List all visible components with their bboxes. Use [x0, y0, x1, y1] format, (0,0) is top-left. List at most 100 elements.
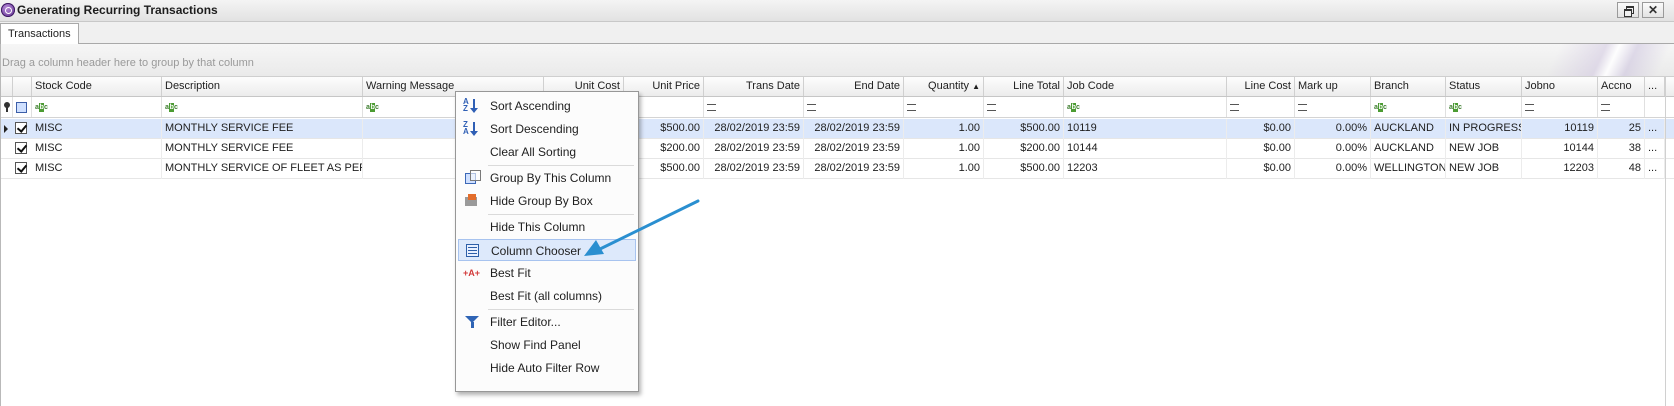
column-header-accno[interactable]: Accno	[1598, 77, 1645, 96]
column-header-end-date[interactable]: End Date	[804, 77, 904, 96]
cell-job-code[interactable]: 12203	[1064, 159, 1227, 179]
cell-description[interactable]: MONTHLY SERVICE FEE	[162, 139, 363, 159]
menu-item-sort-ascending[interactable]: AZ Sort Ascending	[458, 95, 636, 117]
filter-check-cell[interactable]	[13, 97, 32, 117]
window-titlebar: Generating Recurring Transactions ✕	[0, 0, 1674, 22]
cell-line-cost[interactable]: $0.00	[1227, 139, 1295, 159]
cell-line-total[interactable]: $500.00	[984, 119, 1064, 139]
filter-branch[interactable]: b	[1371, 97, 1446, 117]
table-row[interactable]: MISC MONTHLY SERVICE FEE $200.00 28/02/2…	[1, 139, 1674, 159]
cell-trans-date[interactable]: 28/02/2019 23:59	[704, 139, 804, 159]
cell-branch[interactable]: WELLINGTON	[1371, 159, 1446, 179]
cell-branch[interactable]: AUCKLAND	[1371, 119, 1446, 139]
close-button[interactable]: ✕	[1642, 2, 1664, 18]
cell-trans-date[interactable]: 28/02/2019 23:59	[704, 119, 804, 139]
filter-description[interactable]: b	[162, 97, 363, 117]
cell-description[interactable]: MONTHLY SERVICE OF FLEET AS PER...	[162, 159, 363, 179]
menu-item-label: Show Find Panel	[490, 338, 581, 352]
cell-quantity[interactable]: 1.00	[904, 119, 984, 139]
cell-line-total[interactable]: $200.00	[984, 139, 1064, 159]
restore-icon	[1624, 6, 1634, 17]
filter-quantity[interactable]	[904, 97, 984, 117]
column-header-job-code[interactable]: Job Code	[1064, 77, 1227, 96]
column-header-description[interactable]: Description	[162, 77, 363, 96]
row-checkbox[interactable]	[15, 122, 27, 134]
cell-jobno[interactable]: 12203	[1522, 159, 1598, 179]
menu-item-group-by-this-column[interactable]: Group By This Column	[458, 167, 636, 189]
menu-item-clear-all-sorting[interactable]: Clear All Sorting	[458, 141, 636, 163]
filter-status[interactable]: b	[1446, 97, 1522, 117]
cell-job-code[interactable]: 10119	[1064, 119, 1227, 139]
menu-item-filter-editor[interactable]: Filter Editor...	[458, 311, 636, 333]
menu-item-label: Best Fit (all columns)	[490, 289, 603, 303]
table-row[interactable]: MISC MONTHLY SERVICE FEE $500.00 28/02/2…	[1, 119, 1674, 139]
group-by-box[interactable]: Drag a column header here to group by th…	[1, 44, 1674, 77]
cell-status[interactable]: NEW JOB	[1446, 139, 1522, 159]
cell-stock-code[interactable]: MISC	[32, 119, 162, 139]
menu-item-show-find-panel[interactable]: Show Find Panel	[458, 334, 636, 356]
menu-item-hide-auto-filter-row[interactable]: Hide Auto Filter Row	[458, 357, 636, 379]
cell-markup[interactable]: 0.00%	[1295, 139, 1371, 159]
check-column-header[interactable]	[13, 77, 32, 96]
menu-item-best-fit[interactable]: +A+ Best Fit	[458, 262, 636, 284]
cell-job-code[interactable]: 10144	[1064, 139, 1227, 159]
filter-stock-code[interactable]: b	[32, 97, 162, 117]
menu-item-hide-group-by-box[interactable]: Hide Group By Box	[458, 190, 636, 212]
filter-markup[interactable]	[1295, 97, 1371, 117]
cell-line-cost[interactable]: $0.00	[1227, 119, 1295, 139]
cell-jobno[interactable]: 10144	[1522, 139, 1598, 159]
cell-accno[interactable]: 48	[1598, 159, 1645, 179]
column-header-stock-code[interactable]: Stock Code	[32, 77, 162, 96]
cell-stock-code[interactable]: MISC	[32, 159, 162, 179]
cell-trans-date[interactable]: 28/02/2019 23:59	[704, 159, 804, 179]
cell-more[interactable]: ...	[1645, 139, 1665, 159]
filter-end-date[interactable]	[804, 97, 904, 117]
cell-markup[interactable]: 0.00%	[1295, 159, 1371, 179]
cell-branch[interactable]: AUCKLAND	[1371, 139, 1446, 159]
row-checkbox[interactable]	[15, 142, 27, 154]
menu-item-hide-this-column[interactable]: Hide This Column	[458, 216, 636, 238]
restore-button[interactable]	[1617, 2, 1639, 18]
column-header-line-cost[interactable]: Line Cost	[1227, 77, 1295, 96]
cell-end-date[interactable]: 28/02/2019 23:59	[804, 139, 904, 159]
column-header-more[interactable]: ...	[1645, 77, 1665, 96]
text-filter-icon: b	[165, 103, 179, 112]
column-header-quantity[interactable]: Quantity ▲	[904, 77, 984, 96]
filter-accno[interactable]	[1598, 97, 1645, 117]
tab-transactions[interactable]: Transactions	[0, 23, 79, 44]
filter-jobno[interactable]	[1522, 97, 1598, 117]
filter-line-cost[interactable]	[1227, 97, 1295, 117]
cell-quantity[interactable]: 1.00	[904, 139, 984, 159]
column-header-trans-date[interactable]: Trans Date	[704, 77, 804, 96]
cell-status[interactable]: NEW JOB	[1446, 159, 1522, 179]
cell-quantity[interactable]: 1.00	[904, 159, 984, 179]
column-header-jobno[interactable]: Jobno	[1522, 77, 1598, 96]
column-header-markup[interactable]: Mark up	[1295, 77, 1371, 96]
column-header-branch[interactable]: Branch	[1371, 77, 1446, 96]
cell-markup[interactable]: 0.00%	[1295, 119, 1371, 139]
tab-strip: Transactions	[0, 22, 1674, 44]
row-checkbox[interactable]	[15, 162, 27, 174]
cell-accno[interactable]: 38	[1598, 139, 1645, 159]
menu-item-label: Best Fit	[490, 266, 531, 280]
cell-line-cost[interactable]: $0.00	[1227, 159, 1295, 179]
cell-more[interactable]: ...	[1645, 159, 1665, 179]
filter-trans-date[interactable]	[704, 97, 804, 117]
cell-accno[interactable]: 25	[1598, 119, 1645, 139]
cell-end-date[interactable]: 28/02/2019 23:59	[804, 119, 904, 139]
cell-description[interactable]: MONTHLY SERVICE FEE	[162, 119, 363, 139]
filter-line-total[interactable]	[984, 97, 1064, 117]
cell-line-total[interactable]: $500.00	[984, 159, 1064, 179]
cell-end-date[interactable]: 28/02/2019 23:59	[804, 159, 904, 179]
cell-status[interactable]: IN PROGRESS	[1446, 119, 1522, 139]
menu-item-sort-descending[interactable]: ZA Sort Descending	[458, 118, 636, 140]
cell-stock-code[interactable]: MISC	[32, 139, 162, 159]
filter-job-code[interactable]: b	[1064, 97, 1227, 117]
cell-jobno[interactable]: 10119	[1522, 119, 1598, 139]
table-row[interactable]: MISC MONTHLY SERVICE OF FLEET AS PER... …	[1, 159, 1674, 179]
column-header-status[interactable]: Status	[1446, 77, 1522, 96]
menu-item-best-fit-all-columns[interactable]: Best Fit (all columns)	[458, 285, 636, 307]
column-header-line-total[interactable]: Line Total	[984, 77, 1064, 96]
menu-item-column-chooser[interactable]: Column Chooser	[458, 239, 636, 261]
cell-more[interactable]: ...	[1645, 119, 1665, 139]
